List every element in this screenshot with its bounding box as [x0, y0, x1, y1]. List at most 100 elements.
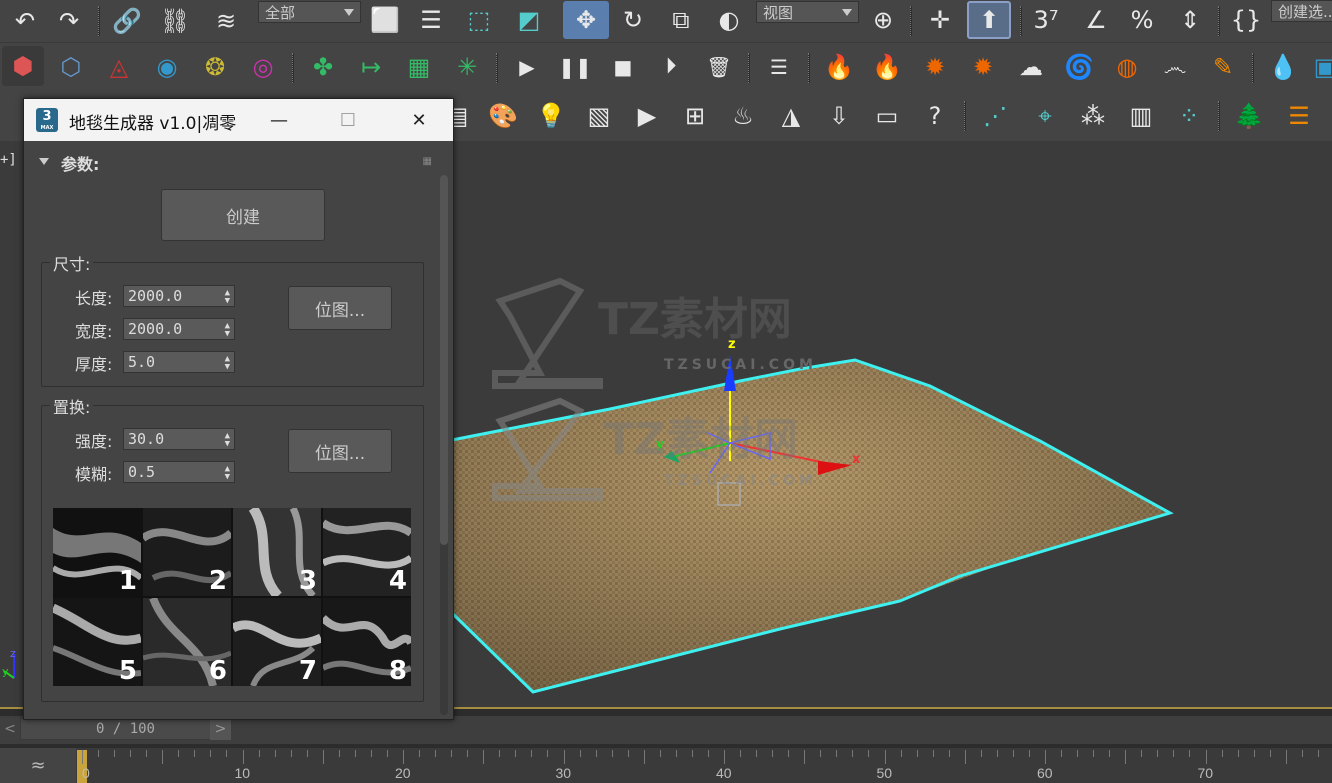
rect-region-icon[interactable]: ⬚: [462, 3, 496, 37]
thumbnail-7[interactable]: 7: [233, 598, 321, 686]
close-button[interactable]: ✕: [404, 105, 434, 135]
blur-spinner[interactable]: 0.5 ▲ ▼: [123, 461, 235, 483]
width-spinner[interactable]: 2000.0 ▲ ▼: [123, 318, 235, 340]
create-button[interactable]: 创建: [161, 189, 325, 241]
move-icon[interactable]: ✥: [563, 1, 609, 39]
box-tool-icon[interactable]: ⬢: [2, 46, 44, 86]
viewport-label[interactable]: +]: [0, 152, 17, 168]
water-icon[interactable]: 💧: [1266, 50, 1300, 84]
shapes-icon[interactable]: ◬: [102, 50, 136, 84]
track-bar[interactable]: [0, 748, 1332, 783]
thumbnail-6[interactable]: 6: [143, 598, 231, 686]
curve-editor-icon[interactable]: ≈: [0, 748, 76, 783]
maximize-button[interactable]: ☐: [333, 105, 363, 135]
ref-coord-dropdown[interactable]: 视图: [756, 1, 859, 23]
render-iterative-icon[interactable]: ⊞: [678, 99, 712, 133]
help-icon[interactable]: ?: [918, 99, 952, 133]
keyboard-shortcut-icon[interactable]: ⬆: [967, 1, 1011, 39]
vortex-icon[interactable]: 🌀: [1062, 50, 1096, 84]
pivot-icon[interactable]: ⊕: [866, 3, 900, 37]
params-rollout-header[interactable]: 参数: ▦: [34, 149, 434, 174]
manipulate-icon[interactable]: ✛: [922, 3, 958, 37]
step-icon[interactable]: ⏵: [654, 50, 688, 84]
undo-icon[interactable]: ↶: [8, 4, 42, 38]
prev-frame-button[interactable]: <: [0, 718, 20, 740]
spinner-arrows-icon[interactable]: ▲ ▼: [225, 432, 230, 449]
snap-target-icon[interactable]: ⌖: [1026, 99, 1064, 133]
array-icon[interactable]: ⁘: [1170, 99, 1208, 133]
length-spinner[interactable]: 2000.0 ▲ ▼: [123, 285, 235, 307]
scrollbar-thumb[interactable]: [440, 175, 448, 545]
percent-snap-icon[interactable]: %: [1122, 3, 1162, 37]
dialog-titlebar[interactable]: 3 MAX 地毯生成器 v1.0|凋零 — ☐ ✕: [24, 99, 453, 141]
selection-filter-dropdown[interactable]: 全部: [258, 1, 361, 23]
swirl-icon[interactable]: ෴: [1158, 50, 1192, 84]
carpet-mesh[interactable]: [450, 358, 1174, 694]
angle-snap-icon[interactable]: ∠: [1076, 3, 1116, 37]
forest-icon[interactable]: 🌲: [1230, 99, 1268, 133]
list-menu-icon[interactable]: ☰: [1282, 99, 1316, 133]
next-frame-button[interactable]: >: [210, 718, 231, 740]
fire3-icon[interactable]: ✹: [918, 50, 952, 84]
spinner-arrows-icon[interactable]: ▲ ▼: [225, 465, 230, 482]
fire2-icon[interactable]: 🔥: [870, 50, 904, 84]
teapot-icon[interactable]: ♨: [724, 99, 762, 133]
bind-spacewarp-icon[interactable]: ≋: [206, 4, 246, 38]
select-object-icon[interactable]: ⬜: [368, 3, 402, 37]
snap-3d-icon[interactable]: 3⁷: [1026, 3, 1066, 37]
download-icon[interactable]: ⇩: [822, 99, 856, 133]
geometry-icon[interactable]: ⬡: [54, 50, 88, 84]
list-icon[interactable]: ☰: [762, 50, 796, 84]
time-slider[interactable]: 0 / 100: [20, 718, 231, 740]
mapping-icon[interactable]: ▥: [1122, 99, 1160, 133]
brush-icon[interactable]: ✎: [1206, 50, 1240, 84]
helpers-icon[interactable]: ◎: [246, 50, 280, 84]
thumbnail-2[interactable]: 2: [143, 508, 231, 596]
viewport-icon[interactable]: ▭: [870, 99, 904, 133]
pause-icon[interactable]: ❚❚: [558, 50, 592, 84]
named-selection-dropdown[interactable]: 创建选...: [1271, 0, 1332, 22]
arnold-icon[interactable]: ◮: [774, 99, 808, 133]
material-editor-icon[interactable]: 🎨: [486, 99, 520, 133]
scatter-icon[interactable]: ⁂: [1074, 99, 1112, 133]
spinner-snap-icon[interactable]: ⇕: [1170, 3, 1210, 37]
strength-spinner[interactable]: 30.0 ▲ ▼: [123, 428, 235, 450]
redo-icon[interactable]: ↷: [52, 4, 86, 38]
fire1-icon[interactable]: 🔥: [822, 50, 856, 84]
align-icon[interactable]: ⋰: [976, 99, 1014, 133]
light-bulb-icon[interactable]: 💡: [534, 99, 568, 133]
thumbnail-1[interactable]: 1: [53, 508, 141, 596]
size-bitmap-button[interactable]: 位图...: [288, 286, 392, 330]
lights-icon[interactable]: ◉: [150, 50, 184, 84]
spray-icon[interactable]: ✳: [450, 50, 484, 84]
scale-icon[interactable]: ⧉: [664, 3, 698, 37]
play-icon[interactable]: ▶: [510, 50, 544, 84]
thumbnail-8[interactable]: 8: [323, 598, 411, 686]
edit-named-sel-icon[interactable]: {}: [1226, 3, 1266, 37]
thumbnail-3[interactable]: 3: [233, 508, 321, 596]
select-by-name-icon[interactable]: ☰: [414, 3, 448, 37]
thickness-spinner[interactable]: 5.0 ▲ ▼: [123, 351, 235, 373]
link-icon[interactable]: 🔗: [110, 4, 144, 38]
thumbnail-5[interactable]: 5: [53, 598, 141, 686]
fire4-icon[interactable]: ✹: [966, 50, 1000, 84]
render-frame-icon[interactable]: ▧: [582, 99, 616, 133]
particles-icon[interactable]: ✤: [304, 50, 342, 84]
spinner-arrows-icon[interactable]: ▲ ▼: [225, 289, 230, 306]
thumbnail-4[interactable]: 4: [323, 508, 411, 596]
ocean-icon[interactable]: ▣: [1312, 50, 1332, 84]
smoke-icon[interactable]: ☁: [1014, 50, 1048, 84]
unlink-icon[interactable]: ⛓: [158, 4, 192, 38]
minimize-button[interactable]: —: [264, 105, 294, 135]
forces-icon[interactable]: ↦: [354, 50, 388, 84]
spinner-arrows-icon[interactable]: ▲ ▼: [225, 322, 230, 339]
window-crossing-icon[interactable]: ◩: [512, 3, 546, 37]
disp-bitmap-button[interactable]: 位图...: [288, 429, 392, 473]
dialog-scrollbar[interactable]: [440, 175, 448, 715]
orange-drop-icon[interactable]: ◍: [1110, 50, 1144, 84]
render-production-icon[interactable]: ▶: [630, 99, 664, 133]
place-icon[interactable]: ◐: [712, 3, 746, 37]
spinner-arrows-icon[interactable]: ▲ ▼: [225, 355, 230, 372]
cameras-icon[interactable]: ❂: [198, 50, 232, 84]
grid-icon[interactable]: ▦: [402, 50, 436, 84]
